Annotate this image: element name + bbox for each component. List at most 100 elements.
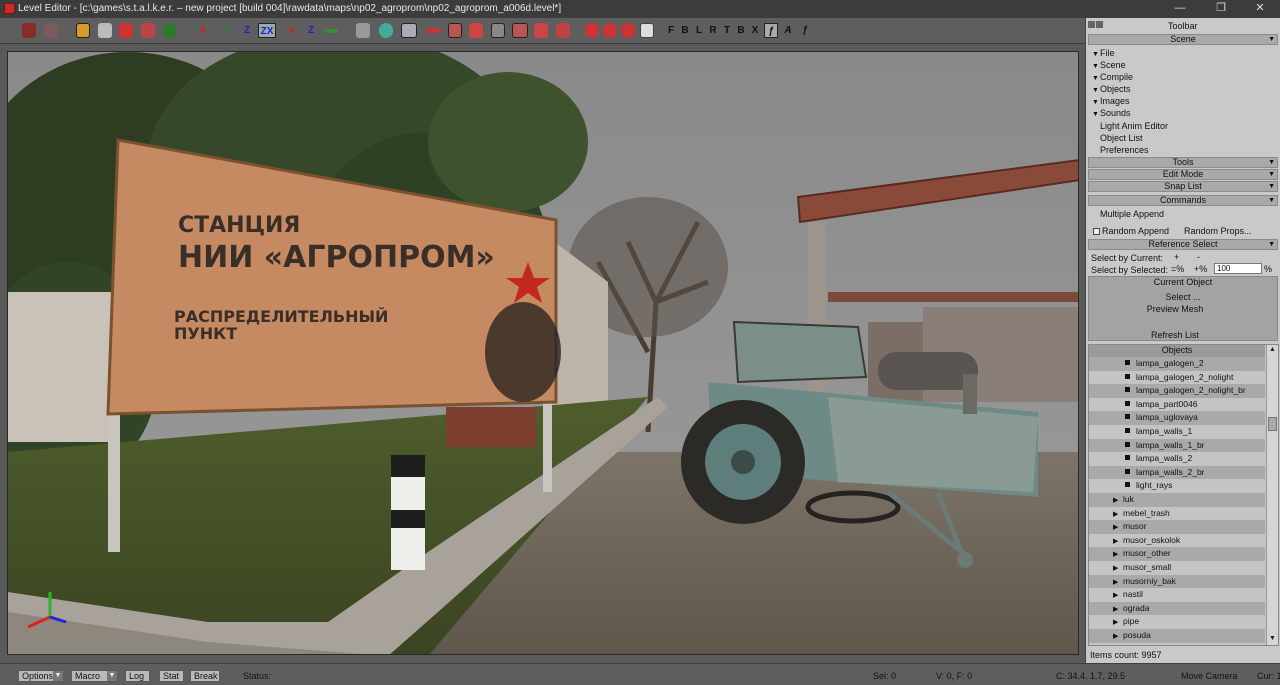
tools-header[interactable]: Tools ▼ <box>1088 157 1278 168</box>
panel-close-icon[interactable] <box>1096 21 1103 28</box>
log-button[interactable]: Log <box>125 670 150 682</box>
box-icon[interactable] <box>448 23 462 38</box>
undo-icon[interactable] <box>22 23 36 38</box>
objects-tree[interactable]: Objects lampa_galogen_2 lampa_galogen_2_n… <box>1088 344 1279 646</box>
edit-mode-header[interactable]: Edit Mode ▼ <box>1088 169 1278 180</box>
render-icon[interactable] <box>556 23 570 38</box>
scale-icon[interactable] <box>141 23 155 38</box>
stop-icon[interactable] <box>585 23 599 38</box>
random-append-checkbox[interactable] <box>1093 228 1100 235</box>
select-object-button[interactable]: Select ... <box>1086 292 1280 302</box>
snap-list-header[interactable]: Snap List ▼ <box>1088 181 1278 192</box>
tree-folder[interactable]: ▶ mebel_trash <box>1089 507 1265 521</box>
fill-icon[interactable] <box>603 23 617 38</box>
random-props-button[interactable]: Random Props... <box>1184 226 1252 236</box>
plane-x-button[interactable]: X <box>285 23 299 38</box>
preview-mesh-button[interactable]: Preview Mesh <box>1086 304 1264 314</box>
list-item[interactable]: lampa_walls_1_br <box>1089 438 1265 453</box>
tree-folder[interactable]: ▶ luk <box>1089 493 1265 507</box>
tree-folder[interactable]: ▶ pipe <box>1089 615 1265 629</box>
expand-arrow-icon[interactable]: ▶ <box>1113 603 1123 616</box>
tree-folder[interactable]: ▶ posuda <box>1089 629 1265 643</box>
select-current-minus-button[interactable]: - <box>1197 252 1200 262</box>
perspective-button[interactable]: ƒ <box>764 23 778 38</box>
view-reset-button[interactable]: X <box>748 23 762 38</box>
tree-folder[interactable]: ▶ musor_other <box>1089 547 1265 561</box>
scroll-up-icon[interactable]: ▲ <box>1268 346 1277 355</box>
gear-icon[interactable] <box>469 23 483 38</box>
select-eq-pct-button[interactable]: =% <box>1171 264 1184 274</box>
expand-arrow-icon[interactable]: ▶ <box>1113 535 1123 548</box>
scroll-thumb[interactable] <box>1268 417 1277 431</box>
select-icon[interactable] <box>76 23 90 38</box>
object-list-item[interactable]: Object List <box>1100 133 1143 143</box>
free-button[interactable]: ƒ <box>798 23 812 38</box>
view-left-button[interactable]: L <box>692 23 706 38</box>
expand-arrow-icon[interactable]: ▶ <box>1113 521 1123 534</box>
preferences-item[interactable]: Preferences <box>1100 145 1149 155</box>
refresh-list-button[interactable]: Refresh List <box>1086 330 1264 340</box>
expand-arrow-icon[interactable]: ▶ <box>1113 508 1123 521</box>
zoom-icon[interactable] <box>534 23 548 38</box>
list-item[interactable]: lampa_galogen_2_nolight <box>1089 371 1265 385</box>
camera-icon[interactable] <box>356 23 370 38</box>
tree-folder[interactable]: ▶ musor_small <box>1089 561 1265 575</box>
percent-input[interactable]: 100 <box>1214 263 1262 274</box>
select-current-plus-button[interactable]: + <box>1174 252 1179 262</box>
panel-pin-icon[interactable] <box>1088 21 1095 28</box>
scroll-down-icon[interactable]: ▼ <box>1268 635 1277 644</box>
light-anim-editor-item[interactable]: Light Anim Editor <box>1100 121 1168 131</box>
3d-viewport[interactable]: СТАНЦИЯ НИИ «АГРОПРОМ» РАСПРЕДЕЛИТЕЛЬНЫЙ… <box>7 51 1079 655</box>
texture-icon[interactable] <box>401 23 417 38</box>
color-icon[interactable] <box>379 23 393 38</box>
objects-scrollbar[interactable]: ▲ ▼ <box>1266 345 1278 645</box>
ortho-button[interactable]: A <box>781 23 795 38</box>
blank-icon[interactable] <box>640 23 654 38</box>
maximize-button[interactable]: ❐ <box>1201 0 1241 18</box>
list-item[interactable]: lampa_walls_2_br <box>1089 465 1265 480</box>
rotate-icon[interactable] <box>119 23 133 38</box>
list-item[interactable]: lampa_galogen_2_nolight_br <box>1089 384 1265 398</box>
list-item[interactable]: lampa_walls_1 <box>1089 425 1265 439</box>
move-icon[interactable] <box>98 23 112 38</box>
macro-button[interactable]: Macro ▼ <box>71 670 118 682</box>
list-item[interactable]: lampa_galogen_2 <box>1089 357 1265 371</box>
expand-arrow-icon[interactable]: ▶ <box>1113 616 1123 629</box>
snap-icon[interactable] <box>163 23 177 38</box>
minimize-button[interactable]: — <box>1160 0 1200 18</box>
list-item[interactable]: lampa_walls_2 <box>1089 452 1265 466</box>
view-top-button[interactable]: T <box>720 23 734 38</box>
commands-header[interactable]: Commands ▼ <box>1088 195 1278 206</box>
break-button[interactable]: Break <box>190 670 220 682</box>
close-button[interactable]: ✕ <box>1240 0 1280 18</box>
view-back-button[interactable]: B <box>678 23 692 38</box>
tree-folder[interactable]: ▶ musor <box>1089 520 1265 534</box>
axis-zx-button[interactable]: ZX <box>258 23 276 38</box>
menu-sounds[interactable]: ▼Sounds <box>1092 107 1131 121</box>
axis-x-button[interactable]: X <box>196 23 210 38</box>
reference-select-header[interactable]: Reference Select ▼ <box>1088 239 1278 250</box>
tree-folder[interactable]: ▶ musor_oskolok <box>1089 534 1265 548</box>
expand-arrow-icon[interactable]: ▶ <box>1113 562 1123 575</box>
axis-z-button[interactable]: Z <box>240 23 254 38</box>
expand-arrow-icon[interactable]: ▶ <box>1113 548 1123 561</box>
redo-icon[interactable] <box>44 23 58 38</box>
view-front-button[interactable]: F <box>664 23 678 38</box>
list-item[interactable]: lampa_part0046 <box>1089 398 1265 412</box>
wireframe-icon[interactable] <box>621 23 635 38</box>
stat-button[interactable]: Stat <box>159 670 184 682</box>
list-item[interactable]: lampa_uglovaya <box>1089 411 1265 425</box>
expand-arrow-icon[interactable]: ▶ <box>1113 589 1123 602</box>
view-right-button[interactable]: R <box>706 23 720 38</box>
list-item[interactable]: light_rays <box>1089 479 1265 493</box>
select-plus-pct-button[interactable]: +% <box>1194 264 1207 274</box>
grid-icon[interactable] <box>324 29 338 33</box>
scene-header[interactable]: Scene ▼ <box>1088 34 1278 45</box>
options-button[interactable]: Options ▼ <box>18 670 64 682</box>
expand-arrow-icon[interactable]: ▶ <box>1113 494 1123 507</box>
axis-y-button[interactable]: Y <box>218 23 232 38</box>
cut-icon[interactable] <box>512 23 528 38</box>
tree-folder[interactable]: ▶ ograda <box>1089 601 1265 616</box>
tree-folder[interactable]: ▶ nastil <box>1089 588 1265 602</box>
expand-arrow-icon[interactable]: ▶ <box>1113 630 1123 643</box>
